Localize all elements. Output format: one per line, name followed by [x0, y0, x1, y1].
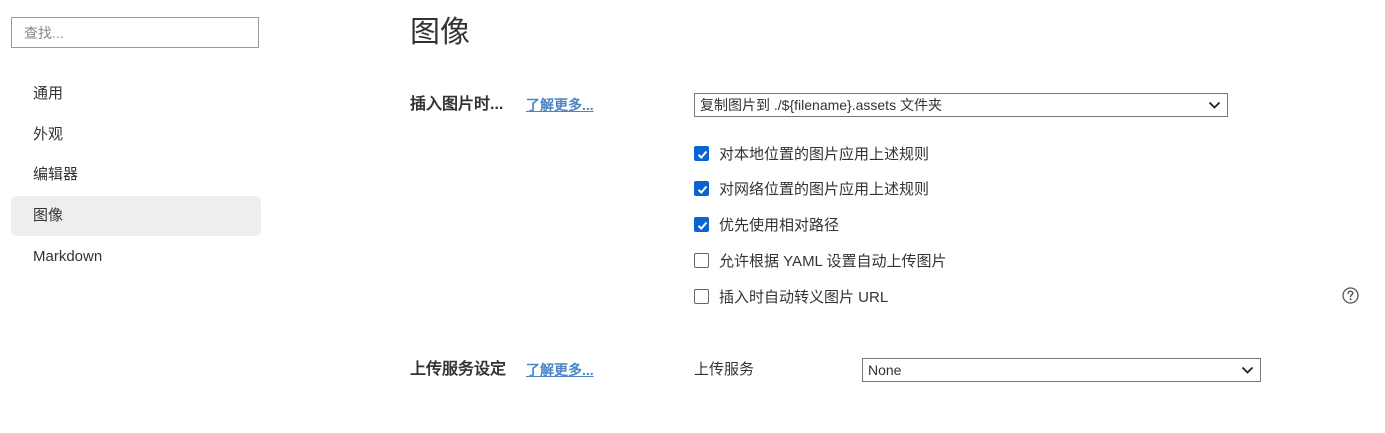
checkbox-checked[interactable]: [694, 216, 709, 232]
option-yaml-upload[interactable]: 允许根据 YAML 设置自动上传图片: [694, 250, 947, 270]
option-apply-network[interactable]: 对网络位置的图片应用上述规则: [694, 178, 929, 198]
upload-service-label: 上传服务: [694, 361, 755, 378]
chevron-down-icon: [1208, 101, 1221, 109]
upload-learn-more-link[interactable]: 了解更多...: [526, 359, 594, 381]
option-apply-local[interactable]: 对本地位置的图片应用上述规则: [694, 143, 929, 163]
option-prefer-relative[interactable]: 优先使用相对路径: [694, 214, 839, 234]
checkbox-unchecked[interactable]: [694, 288, 709, 304]
checkmark-icon: [697, 185, 708, 194]
option-label: 优先使用相对路径: [719, 216, 840, 234]
page-title: 图像: [410, 16, 470, 49]
sidebar-item-markdown[interactable]: Markdown: [11, 237, 261, 277]
insert-learn-more-link[interactable]: 了解更多...: [526, 94, 594, 116]
checkmark-icon: [697, 150, 708, 159]
sidebar-item-editor[interactable]: 编辑器: [11, 155, 261, 195]
upload-service-select[interactable]: None: [862, 358, 1261, 382]
checkbox-checked[interactable]: [694, 180, 709, 196]
option-label: 插入时自动转义图片 URL: [719, 288, 889, 306]
checkbox-checked[interactable]: [694, 145, 709, 161]
insert-image-action-select[interactable]: 复制图片到 ./${filename}.assets 文件夹: [694, 93, 1228, 117]
chevron-down-icon: [1241, 366, 1254, 374]
option-label: 对本地位置的图片应用上述规则: [719, 145, 930, 163]
upload-section-label: 上传服务设定: [410, 361, 507, 378]
checkmark-icon: [697, 221, 708, 230]
option-label: 对网络位置的图片应用上述规则: [719, 180, 930, 198]
sidebar-item-appearance[interactable]: 外观: [11, 115, 261, 155]
option-escape-url[interactable]: 插入时自动转义图片 URL: [694, 286, 888, 306]
search-input[interactable]: [11, 17, 259, 48]
option-label: 允许根据 YAML 设置自动上传图片: [719, 252, 947, 270]
sidebar-item-image[interactable]: 图像: [11, 196, 261, 236]
insert-image-section-label: 插入图片时...: [410, 96, 504, 113]
upload-service-value: None: [868, 362, 902, 378]
sidebar-item-general[interactable]: 通用: [11, 74, 261, 114]
sidebar: 通用 外观 编辑器 图像 Markdown: [0, 0, 275, 433]
question-circle-icon[interactable]: [1342, 287, 1359, 304]
checkbox-unchecked[interactable]: [694, 252, 709, 268]
insert-image-action-value: 复制图片到 ./${filename}.assets 文件夹: [700, 97, 942, 113]
